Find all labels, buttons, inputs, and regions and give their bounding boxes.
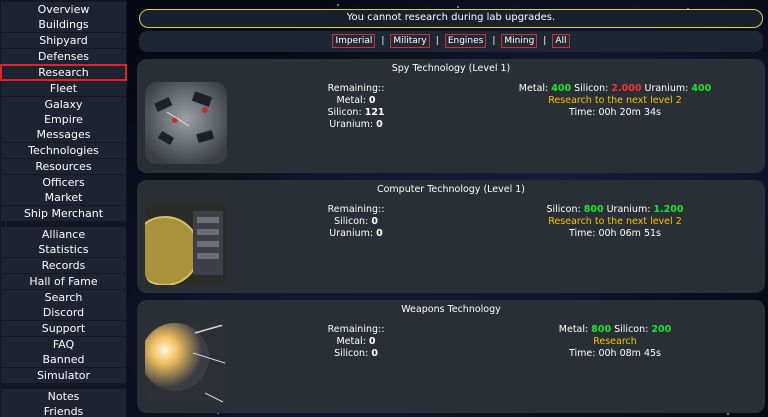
remaining-uranium: Uranium: 0 [329, 119, 383, 130]
remaining-metal: Metal: 0 [336, 336, 376, 347]
sidebar-item-empire[interactable]: Empire [1, 112, 126, 127]
filter-mining[interactable]: Mining [501, 34, 538, 48]
research-next-level-link[interactable]: Research to the next level 2 [505, 216, 725, 228]
research-next-level-link[interactable]: Research to the next level 2 [505, 95, 725, 107]
sidebar-nav: Overview Buildings Shipyard Defenses Researc… [0, 0, 127, 417]
card-title: Spy Technology (Level 1) [391, 63, 511, 74]
remaining-column: Remaining:: Silicon: 0 Uranium: 0 [281, 204, 431, 240]
cost-column: Metal: 400 Silicon: 2.000 Uranium: 400 R… [505, 83, 725, 119]
research-card-spy-technology: Spy Technology (Level 1) Remaining:: Met… [137, 59, 765, 173]
sidebar-item-overview[interactable]: Overview [1, 2, 126, 17]
sidebar-item-faq[interactable]: FAQ [1, 337, 126, 352]
sidebar-item-fleet[interactable]: Fleet [1, 81, 126, 96]
remaining-silicon: Silicon: 0 [334, 216, 378, 227]
sidebar-item-research[interactable]: Research [0, 64, 127, 81]
filter-separator: | [543, 36, 547, 46]
sidebar-item-search[interactable]: Search [1, 290, 126, 305]
cost-column: Silicon: 800 Uranium: 1.200 Research to … [505, 204, 725, 240]
sidebar-item-notes[interactable]: Notes [1, 389, 126, 404]
sidebar-item-discord[interactable]: Discord [1, 305, 126, 320]
sidebar-item-simulator[interactable]: Simulator [1, 368, 126, 383]
sidebar-item-banned[interactable]: Banned [1, 352, 126, 367]
remaining-label: Remaining:: [327, 204, 385, 215]
sidebar-item-messages[interactable]: Messages [1, 127, 126, 142]
card-title: Computer Technology (Level 1) [376, 184, 526, 195]
filter-all[interactable]: All [552, 34, 570, 48]
sidebar-item-alliance[interactable]: Alliance [1, 227, 126, 242]
sidebar-item-records[interactable]: Records [1, 258, 126, 273]
sidebar-item-support[interactable]: Support [1, 321, 126, 336]
research-time: Time: 00h 06m 51s [569, 228, 661, 239]
research-filter-bar: Imperial | Military | Engines | Mining | All [139, 31, 763, 52]
filter-engines[interactable]: Engines [444, 34, 487, 48]
research-card-weapons-technology: Weapons Technology Remaining:: Metal: 0 … [137, 300, 765, 413]
cost-column: Metal: 800 Silicon: 200 Research Time: 0… [505, 324, 725, 360]
filter-separator: | [435, 36, 439, 46]
cost-line: Metal: 400 Silicon: 2.000 Uranium: 400 [518, 83, 712, 94]
lab-upgrade-notice: You cannot research during lab upgrades. [139, 9, 763, 28]
remaining-column: Remaining:: Metal: 0 Silicon: 0 [281, 324, 431, 360]
spy-technology-image [145, 82, 227, 164]
filter-separator: | [381, 36, 385, 46]
sidebar-item-technologies[interactable]: Technologies [1, 143, 126, 158]
cost-line: Metal: 800 Silicon: 200 [558, 324, 672, 335]
remaining-column: Remaining:: Metal: 0 Silicon: 121 Uraniu… [281, 83, 431, 131]
sidebar-item-statistics[interactable]: Statistics [1, 242, 126, 257]
weapons-technology-image [145, 323, 227, 405]
sidebar-item-buildings[interactable]: Buildings [1, 17, 126, 32]
sidebar-item-ship-merchant[interactable]: Ship Merchant [1, 206, 126, 221]
sidebar-item-galaxy[interactable]: Galaxy [1, 97, 126, 112]
sidebar-item-friends[interactable]: Friends [1, 404, 126, 417]
research-time: Time: 00h 20m 34s [569, 107, 661, 118]
remaining-label: Remaining:: [327, 83, 385, 94]
cost-line: Silicon: 800 Uranium: 1.200 [546, 204, 684, 215]
sidebar-item-officers[interactable]: Officers [1, 175, 126, 190]
sidebar-item-hall-of-fame[interactable]: Hall of Fame [1, 274, 126, 289]
filter-imperial[interactable]: Imperial [332, 34, 376, 48]
remaining-label: Remaining:: [327, 324, 385, 335]
filter-military[interactable]: Military [390, 34, 430, 48]
remaining-silicon: Silicon: 0 [334, 348, 378, 359]
sidebar-item-market[interactable]: Market [1, 190, 126, 205]
sidebar-item-defenses[interactable]: Defenses [1, 49, 126, 64]
research-link[interactable]: Research [505, 336, 725, 348]
sidebar-item-shipyard[interactable]: Shipyard [1, 33, 126, 48]
research-card-computer-technology: Computer Technology (Level 1) Remaining:… [137, 180, 765, 293]
remaining-uranium: Uranium: 0 [329, 228, 383, 239]
research-time: Time: 00h 08m 45s [569, 348, 661, 359]
remaining-silicon: Silicon: 121 [327, 107, 385, 118]
computer-technology-image [145, 203, 227, 285]
filter-separator: | [492, 36, 496, 46]
remaining-metal: Metal: 0 [336, 95, 376, 106]
sidebar-item-resources[interactable]: Resources [1, 159, 126, 174]
card-title: Weapons Technology [401, 304, 501, 315]
